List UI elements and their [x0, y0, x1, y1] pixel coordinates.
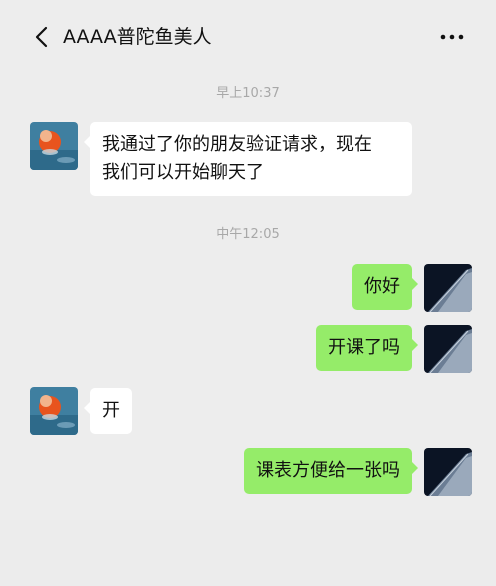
chat-header: AAAA普陀鱼美人 [0, 0, 496, 72]
outgoing-message-bubble[interactable]: 课表方便给一张吗 [244, 448, 418, 494]
building-avatar-icon [424, 448, 472, 496]
timestamp: 中午12:05 [216, 227, 280, 242]
outgoing-message-bubble[interactable]: 开课了吗 [316, 325, 418, 371]
message-text: 开课了吗 [328, 337, 400, 358]
outgoing-message-bubble[interactable]: 你好 [352, 264, 418, 310]
contact-avatar[interactable] [30, 122, 78, 170]
message-text-line: 我们可以开始聊天了 [102, 162, 264, 183]
more-options-button[interactable] [436, 24, 468, 50]
incoming-message-bubble[interactable]: 我通过了你的朋友验证请求，现在 我们可以开始聊天了 [84, 122, 412, 196]
self-avatar[interactable] [424, 264, 472, 312]
timestamp: 早上10:37 [216, 86, 280, 101]
self-avatar[interactable] [424, 448, 472, 496]
incoming-message-bubble[interactable]: 开 [84, 388, 132, 434]
message-text-line: 我通过了你的朋友验证请求，现在 [102, 134, 372, 155]
building-avatar-icon [424, 264, 472, 312]
message-text: 你好 [364, 276, 400, 297]
back-button[interactable] [26, 22, 56, 52]
building-avatar-icon [424, 325, 472, 373]
goldfish-avatar-icon [30, 122, 78, 170]
ellipsis-icon [440, 34, 464, 40]
message-text: 开 [102, 400, 120, 421]
goldfish-avatar-icon [30, 387, 78, 435]
message-text: 课表方便给一张吗 [256, 460, 400, 481]
chat-title: AAAA普陀鱼美人 [63, 26, 212, 48]
self-avatar[interactable] [424, 325, 472, 373]
chat-background-bottom [0, 520, 496, 586]
contact-avatar[interactable] [30, 387, 78, 435]
chevron-left-icon [35, 26, 48, 48]
